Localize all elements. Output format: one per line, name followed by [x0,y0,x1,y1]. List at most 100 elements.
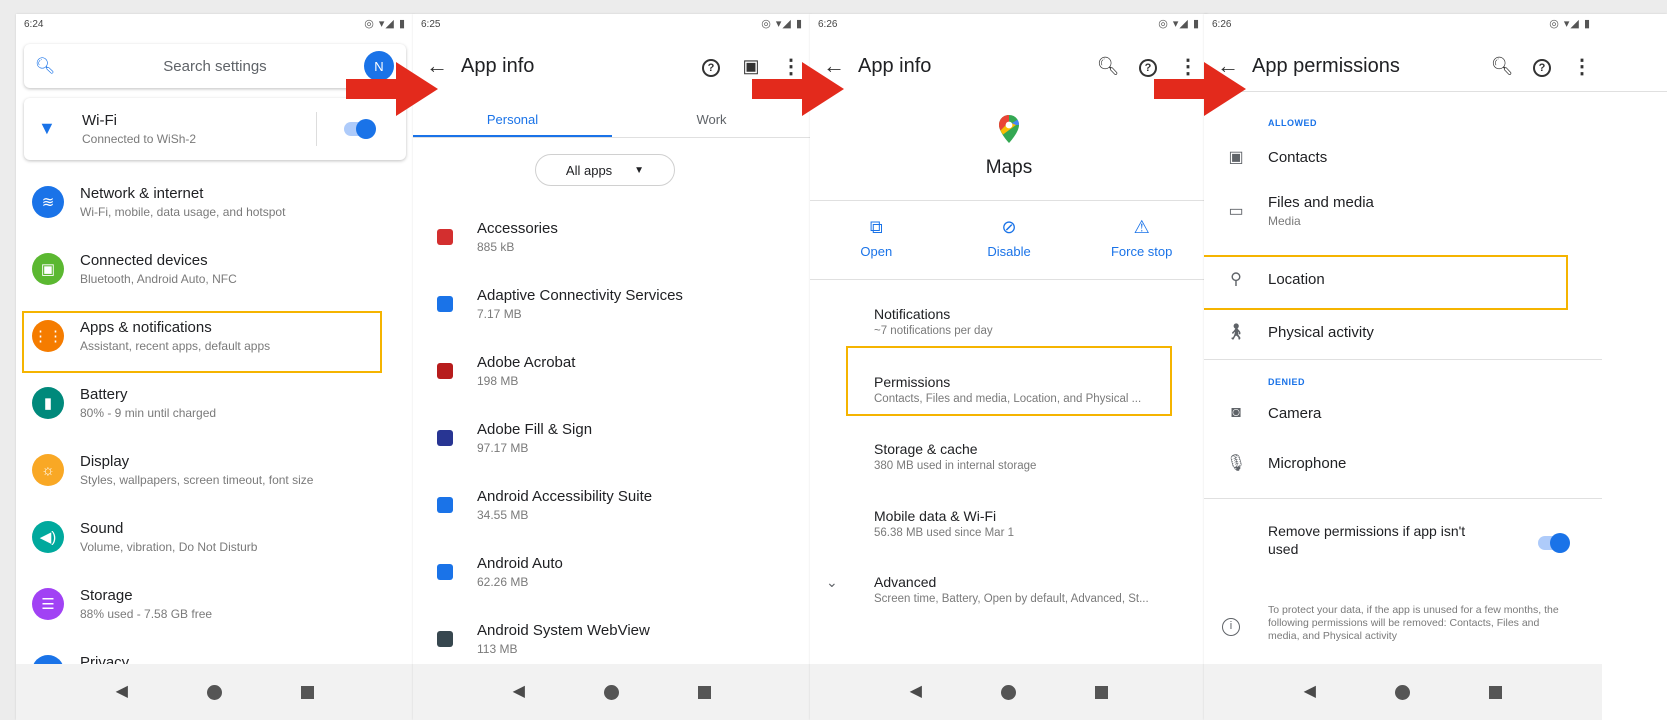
app-icon-wrap [413,631,477,647]
open-button[interactable]: ⧉ Open [810,201,943,279]
settings-item-title: Battery [80,386,128,403]
permission-row-activity[interactable]: 🚶︎ Physical activity [1204,317,1667,347]
app-size: 7.17 MB [477,307,522,321]
app-list-item[interactable]: Adobe Fill & Sign 97.17 MB [413,413,811,463]
settings-item[interactable]: ▣ Connected devices Bluetooth, Android A… [16,241,414,297]
nav-bar: ◀ [810,664,1208,720]
permission-row-camera[interactable]: ◙ Camera [1204,398,1667,428]
wifi-toggle[interactable] [344,119,376,139]
status-time: 6:26 [818,19,838,30]
app-info-item[interactable]: Notifications ~7 notifications per day [810,296,1208,346]
status-bar: 6:26 ◎ ▾◢ ▮ [1204,14,1667,32]
app-info-item[interactable]: Storage & cache 380 MB used in internal … [810,431,1208,481]
search-icon[interactable]: 🔍︎ [1482,56,1522,77]
more-options-icon[interactable]: ⋮ [1562,54,1602,79]
app-info-item-title: Notifications [874,305,951,322]
help-icon[interactable]: ? [1522,55,1562,77]
permission-row-location[interactable]: ⚲ Location [1204,264,1667,294]
tab-personal[interactable]: Personal [413,98,612,137]
app-list-item[interactable]: Android Accessibility Suite 34.55 MB [413,480,811,530]
home-nav-icon[interactable] [1001,684,1017,700]
permission-row-files[interactable]: ▭ Files and media Media [1204,191,1667,231]
location-pin-icon: ⚲ [1230,271,1242,288]
app-name: Android Auto [477,555,563,572]
app-list-item[interactable]: Adobe Acrobat 198 MB [413,346,811,396]
app-filter-dropdown[interactable]: All apps ▼ [535,154,675,186]
permission-title: Physical activity [1268,323,1374,341]
settings-item-icon-wrap: ☰ [16,588,80,620]
settings-item-title: Connected devices [80,252,208,269]
settings-item[interactable]: ⋮⋮ Apps & notifications Assistant, recen… [16,308,414,364]
arrow-icon [1154,62,1246,116]
app-info-item[interactable]: Permissions Contacts, Files and media, L… [810,364,1208,414]
app-icon-wrap [413,229,477,245]
settings-item[interactable]: ◀) Sound Volume, vibration, Do Not Distu… [16,509,414,565]
recents-nav-icon[interactable] [301,685,315,699]
app-list-item[interactable]: Adaptive Connectivity Services 7.17 MB [413,279,811,329]
app-info-item-title: Advanced [874,573,937,590]
wifi-icon: ≋ [32,186,64,218]
arrow-icon [752,62,844,116]
back-nav-icon[interactable]: ◀ [1304,684,1316,700]
settings-item[interactable]: ▮ Battery 80% - 9 min until charged [16,375,414,431]
walking-person-icon: 🚶︎ [1225,324,1247,341]
settings-item-subtitle: 88% used - 7.58 GB free [80,607,213,621]
settings-item[interactable]: ☼ Display Styles, wallpapers, screen tim… [16,442,414,498]
nav-bar: ◀ [1204,664,1602,720]
home-nav-icon[interactable] [1395,684,1411,700]
status-bar: 6:24 ◎ ▾◢ ▮ [16,14,414,32]
recents-nav-icon[interactable] [1489,685,1503,699]
open-label: Open [860,244,893,259]
app-icon-wrap [413,363,477,379]
remove-permissions-toggle[interactable] [1538,533,1570,553]
status-icons: ◎ ▾◢ ▮ [364,18,406,30]
wifi-title: Wi-Fi [82,112,117,129]
contacts-icon: ▣ [1228,149,1244,166]
app-icon-wrap [413,497,477,513]
settings-item-subtitle: Wi-Fi, mobile, data usage, and hotspot [80,205,286,219]
divider [1204,498,1602,499]
back-nav-icon[interactable]: ◀ [513,684,525,700]
battery-icon: ▮ [32,387,64,419]
app-info-item[interactable]: Mobile data & Wi-Fi 56.38 MB used since … [810,498,1208,548]
force-stop-button[interactable]: ⚠ Force stop [1075,201,1208,279]
home-nav-icon[interactable] [207,684,223,700]
recents-nav-icon[interactable] [698,685,712,699]
settings-item[interactable]: ☰ Storage 88% used - 7.58 GB free [16,576,414,632]
back-nav-icon[interactable]: ◀ [116,684,128,700]
app-list-item[interactable]: Android Auto 62.26 MB [413,547,811,597]
settings-item-icon-wrap: ☼ [16,454,80,486]
settings-item-subtitle: Bluetooth, Android Auto, NFC [80,272,237,286]
dropdown-arrow-icon: ▼ [634,164,645,176]
app-info-item-subtitle: ~7 notifications per day [874,324,993,337]
top-app-bar: ← App info 🔍︎ ? ⋮ [810,42,1208,90]
arrow-icon [346,62,438,116]
open-icon: ⧉ [869,217,883,237]
permission-row-contacts[interactable]: ▣ Contacts [1204,142,1667,172]
storage-icon: ☰ [32,588,64,620]
top-app-bar: ← App permissions 🔍︎ ? ⋮ [1204,42,1602,90]
app-size: 62.26 MB [477,575,529,589]
home-nav-icon[interactable] [604,684,620,700]
back-nav-icon[interactable]: ◀ [910,684,922,700]
app-info-item[interactable]: Advanced Screen time, Battery, Open by d… [810,564,1208,614]
settings-item[interactable]: ≋ Network & internet Wi-Fi, mobile, data… [16,174,414,230]
settings-item-subtitle: Styles, wallpapers, screen timeout, font… [80,473,314,487]
disable-button[interactable]: ⊘ Disable [943,201,1076,279]
settings-item-icon-wrap: ▣ [16,253,80,285]
settings-screen: 6:24 ◎ ▾◢ ▮ 🔍︎ Search settings N ▼ Wi-Fi… [16,14,414,720]
app-list-item[interactable]: Android System WebView 113 MB [413,614,811,664]
recents-nav-icon[interactable] [1095,685,1109,699]
permission-row-microphone[interactable]: 🎙︎ Microphone [1204,448,1667,478]
page-title: App info [461,54,535,77]
expand-chevron-icon[interactable]: ⌄ [826,574,838,591]
sound-icon: ◀) [32,521,64,553]
app-info-item-title: Mobile data & Wi-Fi [874,507,997,524]
help-icon[interactable]: ? [691,55,731,77]
app-icon [437,497,453,513]
search-icon[interactable]: 🔍︎ [1088,56,1128,77]
app-info-item-subtitle: Screen time, Battery, Open by default, A… [874,592,1149,605]
warning-icon: ⚠ [1133,217,1150,237]
app-list-item[interactable]: Accessories 885 kB [413,212,811,262]
display-icon: ☼ [32,454,64,486]
